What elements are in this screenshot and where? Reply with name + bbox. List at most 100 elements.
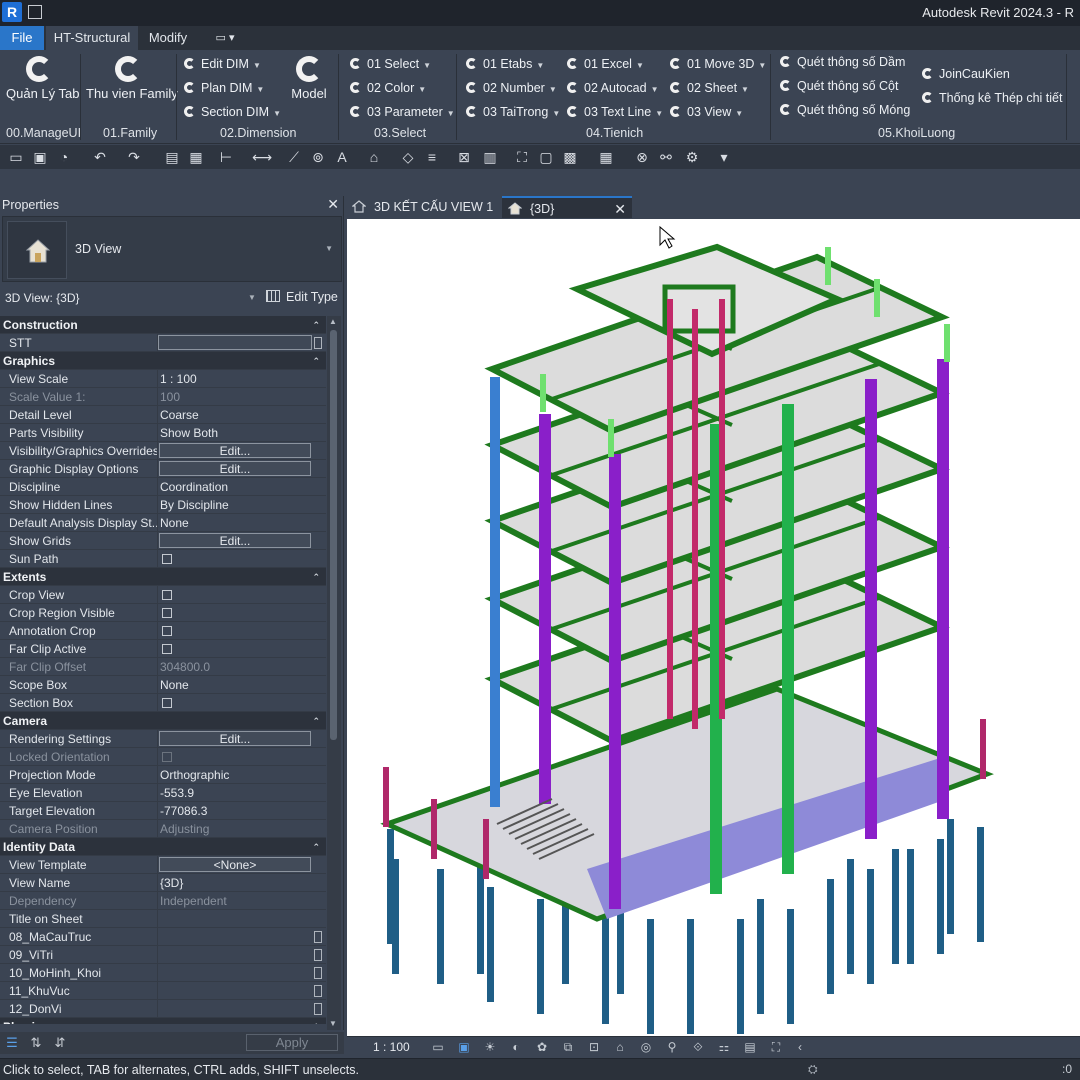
collapse-icon[interactable]: ⌃ (312, 316, 320, 334)
tag-icon[interactable]: ⊚ (310, 149, 326, 165)
thong-ke-thep-button[interactable]: Thống kê Thép chi tiết (922, 88, 1062, 108)
switch-windows-icon[interactable]: ▥ (482, 149, 498, 165)
highlight-displacement-icon[interactable]: ▤ (743, 1040, 757, 1054)
open-icon[interactable]: ▭ (8, 149, 24, 165)
thin-lines-icon[interactable]: ≡ (424, 149, 440, 165)
property-value[interactable]: Coordination (160, 478, 310, 496)
customize-toolbar-icon[interactable]: ▾ (716, 149, 732, 165)
sync-icon[interactable]: ◔ (56, 149, 72, 165)
tab-file[interactable]: File (0, 26, 44, 50)
property-value[interactable]: None (160, 676, 310, 694)
taitrong-button[interactable]: 03 TaiTrong ▼ (466, 102, 560, 122)
property-value[interactable]: 1 : 100 (160, 370, 310, 388)
crop-region-icon[interactable]: ⊡ (587, 1040, 601, 1054)
associate-parameter-icon[interactable] (314, 949, 322, 961)
grid-icon[interactable]: ▦ (598, 149, 614, 165)
property-group[interactable]: Construction ⌃ (0, 316, 326, 334)
number-button[interactable]: 02 Number ▼ (466, 78, 557, 98)
filter-icon[interactable]: ▩ (562, 149, 578, 165)
collapse-icon[interactable]: ⌃ (312, 1018, 320, 1024)
sun-path-icon[interactable]: ☀ (483, 1040, 497, 1054)
property-checkbox[interactable] (162, 644, 172, 654)
visual-style-icon[interactable]: ▣ (457, 1040, 471, 1054)
property-value[interactable]: -553.9 (160, 784, 310, 802)
scrollbar-thumb[interactable] (330, 330, 337, 740)
property-value[interactable]: -77086.3 (160, 802, 310, 820)
quet-thong-so-dam-button[interactable]: Quét thông số Dầm (780, 52, 905, 72)
property-value[interactable]: None (160, 514, 310, 532)
property-edit-button[interactable]: Edit... (159, 443, 311, 458)
property-edit-button[interactable]: Edit... (159, 461, 311, 476)
collapse-icon[interactable]: ⌃ (312, 838, 320, 856)
property-group[interactable]: Phasing ⌃ (0, 1018, 326, 1024)
categorize-icon[interactable]: ☰ (4, 1035, 20, 1051)
property-group[interactable]: Camera ⌃ (0, 712, 326, 730)
edit-type-button[interactable]: Edit Type (266, 290, 338, 304)
property-group[interactable]: Graphics ⌃ (0, 352, 326, 370)
rendering-icon[interactable]: ✿ (535, 1040, 549, 1054)
collapse-icon[interactable]: ‹ (793, 1040, 807, 1054)
move-3d-button[interactable]: 01 Move 3D ▼ (670, 54, 766, 74)
type-selector[interactable]: 3D View ▼ (2, 216, 342, 282)
property-group[interactable]: Extents ⌃ (0, 568, 326, 586)
associate-parameter-icon[interactable] (314, 931, 322, 943)
section-icon[interactable]: ◇ (400, 149, 416, 165)
design-options-icon[interactable]: ⛭ (808, 1062, 824, 1078)
tab-3d[interactable]: {3D} ✕ (502, 196, 632, 218)
autocad-button[interactable]: 02 Autocad ▼ (567, 78, 658, 98)
tab-ht-structural[interactable]: HT-Structural (46, 26, 138, 50)
property-value[interactable]: {3D} (160, 874, 310, 892)
zoom-icon[interactable]: ⛶ (514, 149, 530, 165)
view-scale[interactable]: 1 : 100 (373, 1040, 410, 1054)
property-edit-button[interactable]: Edit... (159, 731, 311, 746)
hide-element-icon[interactable]: ⊗ (634, 149, 650, 165)
shadows-icon[interactable]: ◐ (509, 1040, 523, 1054)
redo-icon[interactable]: ↷ (126, 149, 142, 165)
chevron-down-icon[interactable]: ▼ (325, 244, 333, 253)
close-icon[interactable]: ✕ (614, 198, 626, 220)
text-line-button[interactable]: 03 Text Line ▼ (567, 102, 663, 122)
revit-app-icon[interactable]: R (2, 2, 22, 22)
measure-icon[interactable]: ⊢ (218, 149, 234, 165)
quet-thong-so-mong-button[interactable]: Quét thông số Móng (780, 100, 910, 120)
link-icon[interactable]: ⚯ (658, 149, 674, 165)
close-icon[interactable]: ✕ (327, 196, 339, 213)
collapse-icon[interactable]: ⌃ (312, 568, 320, 586)
print-icon[interactable]: ▤ (164, 149, 180, 165)
ribbon-display-toggle[interactable]: ▭ ▾ (210, 26, 240, 50)
model-button[interactable]: Model (288, 56, 330, 101)
save-icon[interactable]: ▣ (32, 149, 48, 165)
save-to-cloud-icon[interactable]: ▦ (188, 149, 204, 165)
property-value[interactable]: Show Both (160, 424, 310, 442)
property-checkbox[interactable] (162, 626, 172, 636)
analytical-model-icon[interactable]: ⚏ (717, 1040, 731, 1054)
view-button[interactable]: 03 View ▼ (670, 102, 743, 122)
quan-ly-tab-button[interactable]: Quản Lý Tab (6, 56, 79, 101)
collapse-icon[interactable]: ⌃ (312, 352, 320, 370)
property-checkbox[interactable] (162, 608, 172, 618)
color-02-button[interactable]: 02 Color ▼ (350, 78, 426, 98)
property-edit-button[interactable]: <None> (159, 857, 311, 872)
plan-dim-button[interactable]: Plan DIM ▼ (184, 78, 264, 98)
excel-button[interactable]: 01 Excel ▼ (567, 54, 644, 74)
associate-parameter-icon[interactable] (314, 337, 322, 349)
chevron-down-icon[interactable]: ▼ (248, 293, 256, 302)
property-value[interactable]: By Discipline (160, 496, 310, 514)
properties-scrollbar[interactable]: ▲ ▼ (327, 316, 341, 1030)
quick-open-icon[interactable] (28, 5, 42, 19)
settings-icon[interactable]: ⚙ (684, 149, 700, 165)
reveal-constraints-icon[interactable]: ⛶ (769, 1040, 783, 1054)
thu-vien-family-button[interactable]: Thu vien Family (86, 56, 178, 101)
scroll-up-icon[interactable]: ▲ (329, 317, 337, 326)
spot-elevation-icon[interactable]: ⟋ (286, 149, 302, 165)
scroll-down-icon[interactable]: ▼ (329, 1019, 337, 1028)
property-checkbox[interactable] (162, 698, 172, 708)
sheet-button[interactable]: 02 Sheet ▼ (670, 78, 749, 98)
unlocked-view-icon[interactable]: ⌂ (613, 1040, 627, 1054)
dimension-icon[interactable]: ⟷ (252, 149, 272, 165)
3d-view-canvas[interactable] (347, 219, 1080, 1036)
detail-level-icon[interactable]: ▭ (431, 1040, 445, 1054)
undo-icon[interactable]: ↶ (92, 149, 108, 165)
associate-parameter-icon[interactable] (314, 967, 322, 979)
apply-button[interactable]: Apply (246, 1034, 338, 1051)
